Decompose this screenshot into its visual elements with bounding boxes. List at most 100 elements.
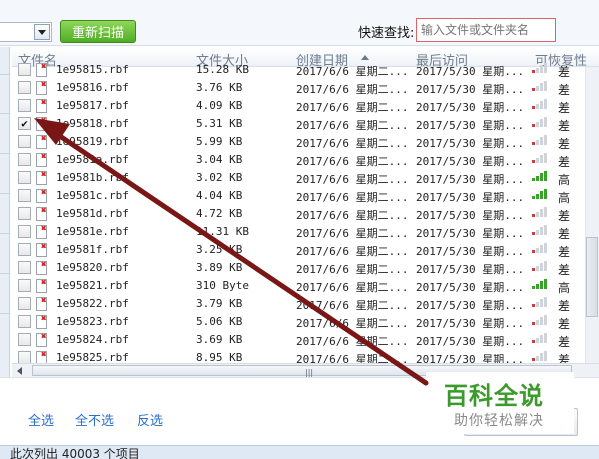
created-date: 2017/6/6 星期二... — [296, 227, 409, 240]
recoverability-bars-icon — [532, 243, 548, 253]
signal-bar — [540, 209, 543, 217]
recoverability-bars-icon — [532, 135, 548, 145]
recoverability-text: 差 — [558, 119, 571, 133]
accessed-date: 2017/5/30 星期... — [416, 317, 525, 330]
signal-bar — [536, 229, 539, 235]
deleted-mark-icon: ✖ — [41, 81, 47, 90]
invert-selection-link[interactable]: 反选 — [137, 410, 163, 429]
file-size: 3.79 KB — [196, 297, 243, 310]
signal-bar — [532, 214, 535, 217]
deleted-mark-icon: ✖ — [41, 297, 47, 306]
recoverability-text: 差 — [558, 155, 571, 169]
file-name: 1e95819.rbf — [56, 135, 129, 148]
table-row[interactable]: ✖ 1e95817.rbf 4.09 KB 2017/6/6 星期二... 2017/5… — [12, 97, 599, 115]
chevron-down-icon[interactable] — [34, 24, 50, 40]
table-row[interactable]: ✖ 1e95822.rbf 3.79 KB 2017/6/6 星期二... 2017/5… — [12, 295, 599, 313]
table-row[interactable]: ✖ 1e95815.rbf 15.28 KB 2017/6/6 星期二... 2017/… — [12, 61, 599, 79]
vertical-scroll-thumb[interactable] — [586, 237, 598, 317]
row-checkbox[interactable] — [18, 225, 31, 238]
created-date: 2017/6/6 星期二... — [296, 209, 409, 222]
row-checkbox[interactable] — [18, 189, 31, 202]
table-row[interactable]: ✖ 1e9581b.rbf 3.02 KB 2017/6/6 星期二... 2017/5… — [12, 169, 599, 187]
recoverability-bars-icon — [532, 351, 548, 361]
select-none-link[interactable]: 全不选 — [75, 410, 114, 429]
vertical-scrollbar[interactable] — [585, 67, 599, 363]
signal-bar — [532, 358, 535, 361]
recoverability-bars-icon — [532, 153, 548, 163]
signal-bar — [536, 85, 539, 91]
recoverability-text: 差 — [558, 227, 571, 241]
deleted-mark-icon: ✖ — [41, 351, 47, 360]
signal-bar — [536, 157, 539, 163]
signal-bar — [532, 322, 535, 325]
signal-bar — [536, 121, 539, 127]
recoverability-text: 差 — [558, 263, 571, 277]
row-checkbox[interactable] — [18, 333, 31, 346]
signal-bar — [544, 153, 547, 163]
accessed-date: 2017/5/30 星期... — [416, 227, 525, 240]
signal-bar — [536, 67, 539, 73]
table-row[interactable]: ✖ 1e9581f.rbf 3.25 KB 2017/6/6 星期二... 2017/5… — [12, 241, 599, 259]
file-size: 3.69 KB — [196, 333, 243, 346]
signal-bar — [544, 189, 547, 199]
signal-bar — [540, 119, 543, 127]
table-row[interactable]: ✖ 1e95816.rbf 3.76 KB 2017/6/6 星期二... 2017/5… — [12, 79, 599, 97]
row-checkbox[interactable] — [18, 99, 31, 112]
signal-bar — [536, 283, 539, 289]
signal-bar — [540, 317, 543, 325]
signal-bar — [532, 124, 535, 127]
recoverability-bars-icon — [532, 63, 548, 73]
watermark-logo: 百科全说 助你轻松解决 — [426, 372, 574, 434]
row-checkbox[interactable] — [18, 81, 31, 94]
scroll-left-icon[interactable] — [17, 367, 22, 375]
table-row[interactable]: ✖ 1e95821.rbf 310 Byte 2017/6/6 星期二... 2017/… — [12, 277, 599, 295]
row-checkbox[interactable] — [18, 297, 31, 310]
table-row[interactable]: ✖ 1e95824.rbf 3.69 KB 2017/6/6 星期二... 2017/5… — [12, 331, 599, 349]
row-checkbox[interactable]: ✔ — [18, 117, 31, 130]
file-size: 310 Byte — [196, 279, 249, 292]
file-size: 4.04 KB — [196, 189, 243, 202]
accessed-date: 2017/5/30 星期... — [416, 299, 525, 312]
table-row[interactable]: ✖ 1e95820.rbf 3.89 KB 2017/6/6 星期二... 2017/5… — [12, 259, 599, 277]
deleted-mark-icon: ✖ — [41, 225, 47, 234]
accessed-date: 2017/5/30 星期... — [416, 209, 525, 222]
row-checkbox[interactable] — [18, 315, 31, 328]
signal-bar — [536, 193, 539, 199]
recoverability-text: 差 — [558, 209, 571, 223]
table-row[interactable]: ✔ ✖ 1e95818.rbf 5.31 KB 2017/6/6 星期二... 2017/… — [12, 115, 599, 133]
table-row[interactable]: ✖ 1e9581a.rbf 3.04 KB 2017/6/6 星期二... 2017/5… — [12, 151, 599, 169]
table-row[interactable]: ✖ 1e9581c.rbf 4.04 KB 2017/6/6 星期二... 2017/5… — [12, 187, 599, 205]
row-checkbox[interactable] — [18, 153, 31, 166]
sort-ascending-icon — [361, 55, 369, 60]
row-checkbox[interactable] — [18, 207, 31, 220]
status-text: 此次列出 40003 个项目 — [10, 447, 140, 459]
file-name: 1e95815.rbf — [56, 63, 129, 76]
drive-combo[interactable] — [0, 22, 52, 42]
file-name: 1e95818.rbf — [56, 117, 129, 130]
row-checkbox[interactable] — [18, 171, 31, 184]
table-row[interactable]: ✖ 1e9581e.rbf 11.31 KB 2017/6/6 星期二... 2017/… — [12, 223, 599, 241]
file-name: 1e95824.rbf — [56, 333, 129, 346]
signal-bar — [540, 227, 543, 235]
accessed-date: 2017/5/30 星期... — [416, 137, 525, 150]
table-row[interactable]: ✖ 1e95823.rbf 5.06 KB 2017/6/6 星期二... 2017/5… — [12, 313, 599, 331]
created-date: 2017/6/6 星期二... — [296, 65, 409, 78]
signal-bar — [540, 353, 543, 361]
row-checkbox[interactable] — [18, 135, 31, 148]
table-row[interactable]: ✖ 1e95819.rbf 5.99 KB 2017/6/6 星期二... 2017/5… — [12, 133, 599, 151]
signal-bar — [544, 243, 547, 253]
row-checkbox[interactable] — [18, 279, 31, 292]
quick-search-input[interactable] — [416, 18, 556, 42]
file-size: 11.31 KB — [196, 225, 249, 238]
accessed-date: 2017/5/30 星期... — [416, 155, 525, 168]
file-name: 1e95817.rbf — [56, 99, 129, 112]
signal-bar — [532, 70, 535, 73]
table-row[interactable]: ✖ 1e9581d.rbf 4.72 KB 2017/6/6 星期二... 2017/5… — [12, 205, 599, 223]
accessed-date: 2017/5/30 星期... — [416, 191, 525, 204]
select-all-link[interactable]: 全选 — [28, 410, 54, 429]
row-checkbox[interactable] — [18, 243, 31, 256]
row-checkbox[interactable] — [18, 261, 31, 274]
rescan-button[interactable]: 重新扫描 — [60, 20, 136, 43]
toolbar: 重新扫描 快速查找: — [0, 0, 599, 46]
row-checkbox[interactable] — [18, 63, 31, 76]
